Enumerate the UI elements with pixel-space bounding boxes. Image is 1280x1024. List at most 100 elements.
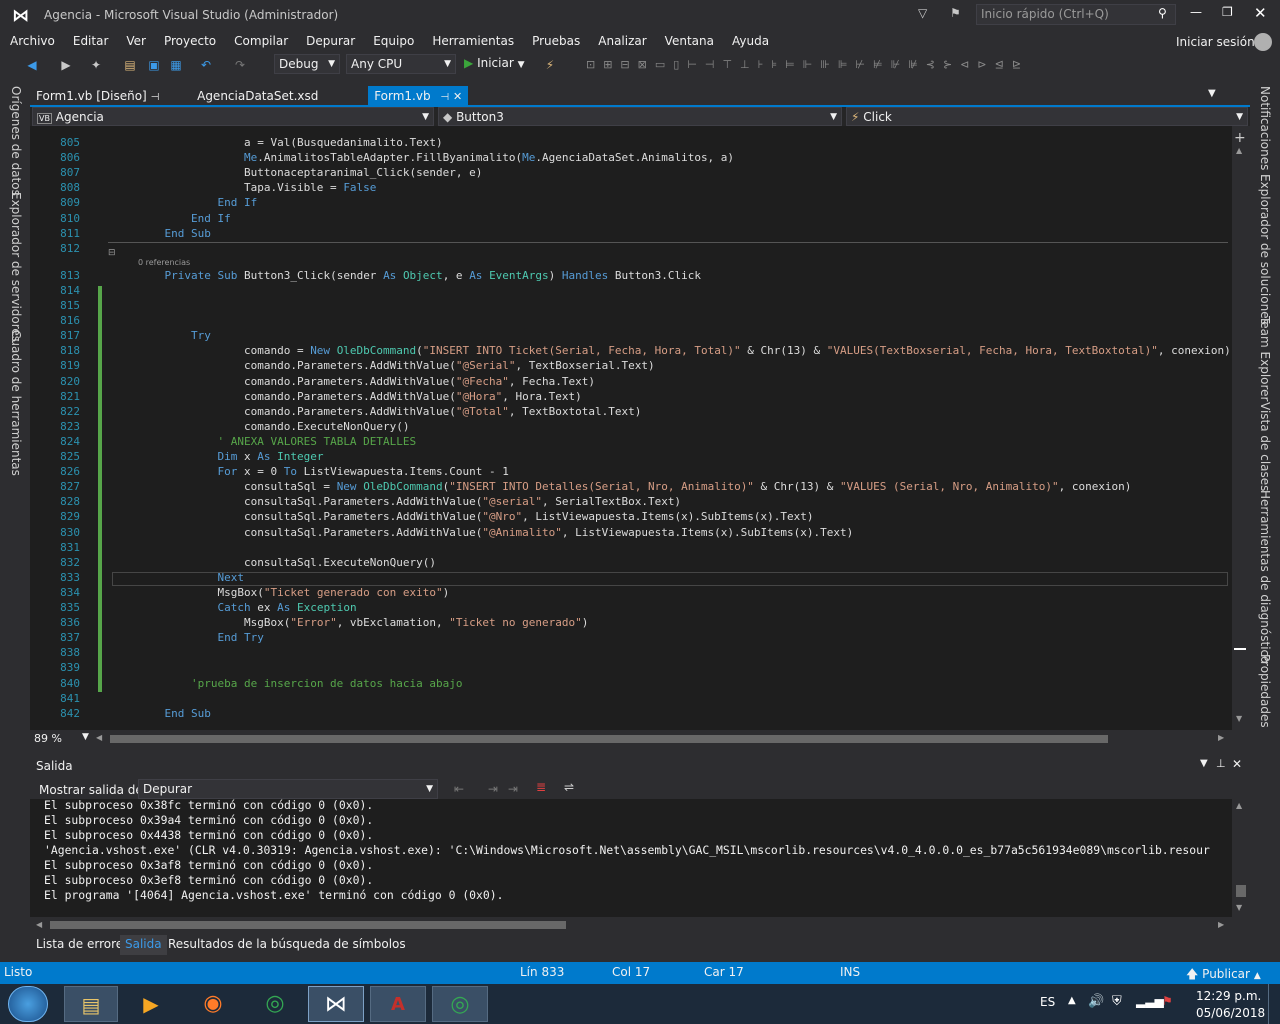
menu-item-pruebas[interactable]: Pruebas — [523, 31, 589, 51]
zoom-level[interactable]: 89 % — [34, 732, 62, 745]
pin-icon[interactable]: ⊣ — [151, 92, 160, 103]
chrome-icon[interactable]: ◎ — [248, 986, 302, 1022]
diagnostic-tools-panel-tab[interactable]: Herramientas de diagnóstico — [1258, 490, 1272, 663]
layout-toolbar-icons[interactable]: ⊡⊞⊟⊠▭▯⊢⊣⊤⊥⊦⊧⊨⊩⊪⊫⊬⊭⊮⊯⊰⊱⊲⊳⊴⊵ — [586, 58, 1236, 72]
menu-item-compilar[interactable]: Compilar — [225, 31, 297, 51]
quick-launch-input[interactable]: Inicio rápido (Ctrl+Q) — [976, 4, 1176, 25]
code-line[interactable]: comando.Parameters.AddWithValue("@Total"… — [138, 405, 641, 418]
open-folder-icon[interactable]: ▤ — [120, 55, 140, 75]
new-project-icon[interactable]: ✦ — [86, 55, 106, 75]
code-line[interactable]: consultaSql.Parameters.AddWithValue("@An… — [138, 526, 853, 539]
code-line[interactable]: Try — [138, 329, 211, 342]
show-hidden-icons-icon[interactable]: ▲ — [1068, 995, 1076, 1006]
code-line[interactable]: End Sub — [138, 227, 211, 240]
code-line[interactable]: Private Sub Button3_Click(sender As Obje… — [138, 269, 702, 282]
save-all-icon[interactable]: ▦ — [166, 55, 186, 75]
code-line[interactable]: Dim x As Integer — [138, 450, 323, 463]
code-editor[interactable]: ⊟ 0 referencias 805 a = Val(Busquedanima… — [30, 126, 1250, 730]
forward-icon[interactable]: ▶ — [56, 55, 76, 75]
object-dropdown[interactable]: ◆ Button3 ▼ — [438, 107, 842, 126]
search-icon[interactable]: ⚲ — [1158, 6, 1167, 20]
scroll-right-icon[interactable]: ▶ — [1218, 920, 1224, 929]
scroll-down-icon[interactable]: ▼ — [1236, 903, 1242, 912]
scroll-down-icon[interactable]: ▼ — [1236, 714, 1242, 723]
menu-item-ver[interactable]: Ver — [117, 31, 155, 51]
toolbox-panel-tab[interactable]: Cuadro de herramientas — [9, 330, 23, 476]
scroll-up-icon[interactable]: ▲ — [1236, 146, 1242, 155]
media-player-icon[interactable]: ▶ — [124, 986, 178, 1022]
show-desktop-button[interactable] — [1268, 984, 1280, 1024]
code-line[interactable]: consultaSql.Parameters.AddWithValue("@se… — [138, 495, 681, 508]
publish-button[interactable]: 🡅 Publicar ▲ — [1186, 965, 1261, 986]
close-window-icon[interactable]: ✕ — [1254, 4, 1267, 22]
output-toolbar-icons[interactable]: ⇤ ⇥⇥ — [454, 782, 528, 796]
restore-icon[interactable]: ❐ — [1222, 5, 1233, 19]
code-line[interactable]: For x = 0 To ListViewapuesta.Items.Count… — [138, 465, 508, 478]
code-line[interactable]: consultaSql.Parameters.AddWithValue("@Nr… — [138, 510, 814, 523]
scroll-up-icon[interactable]: ▲ — [1236, 801, 1242, 810]
code-line[interactable]: MsgBox("Ticket generado con exito") — [138, 586, 449, 599]
code-line[interactable]: End If — [138, 196, 257, 209]
code-line[interactable]: Me.AnimalitosTableAdapter.FillByanimalit… — [138, 151, 734, 164]
notifications-panel-tab[interactable]: Notificaciones — [1258, 86, 1272, 170]
chrome-icon[interactable]: ◎ — [432, 986, 488, 1022]
tab-agenciadataset-xsd[interactable]: AgenciaDataSet.xsd — [191, 86, 324, 106]
output-hscroll-thumb[interactable] — [50, 921, 566, 929]
undo-icon[interactable]: ↶ — [196, 55, 216, 75]
menu-item-depurar[interactable]: Depurar — [297, 31, 364, 51]
code-line[interactable]: End Sub — [138, 707, 211, 720]
close-tab-icon[interactable]: ✕ — [453, 90, 462, 103]
scroll-left-icon[interactable]: ◀ — [96, 733, 102, 742]
browser-link-icon[interactable]: ⚡ — [540, 55, 560, 75]
code-line[interactable]: Catch ex As Exception — [138, 601, 356, 614]
code-line[interactable]: comando.Parameters.AddWithValue("@Serial… — [138, 359, 655, 372]
pin-icon[interactable]: ⊥ — [1216, 757, 1226, 770]
code-line[interactable]: End Try — [138, 631, 263, 644]
clock-date[interactable]: 05/06/2018 — [1196, 1006, 1265, 1020]
code-line[interactable]: consultaSql.ExecuteNonQuery() — [138, 556, 436, 569]
filter-icon[interactable]: ▽ — [918, 6, 927, 20]
code-line[interactable]: End If — [138, 212, 231, 225]
tab-symbol-search-results[interactable]: Resultados de la búsqueda de símbolos — [168, 937, 406, 951]
code-line[interactable]: MsgBox("Error", vbExclamation, "Ticket n… — [138, 616, 588, 629]
code-line[interactable]: comando.Parameters.AddWithValue("@Fecha"… — [138, 375, 595, 388]
output-text-area[interactable]: El subproceso 0x38fc terminó con código … — [30, 799, 1250, 917]
tab-overflow-icon[interactable]: ▼ — [1208, 88, 1216, 99]
tab-output[interactable]: Salida — [120, 935, 167, 955]
back-icon[interactable]: ◀ — [22, 55, 42, 75]
collapse-icon[interactable]: ⊟ — [108, 248, 116, 258]
pin-icon[interactable]: ⊣ — [440, 92, 449, 103]
references-codelens[interactable]: 0 referencias — [138, 258, 190, 267]
firefox-icon[interactable]: ◉ — [186, 986, 240, 1022]
team-explorer-panel-tab[interactable]: Team Explorer — [1258, 316, 1272, 402]
properties-panel-tab[interactable]: Propiedades — [1258, 654, 1272, 728]
code-line[interactable]: a = Val(Busquedanimalito.Text) — [138, 136, 443, 149]
menu-item-ayuda[interactable]: Ayuda — [723, 31, 778, 51]
code-line[interactable]: comando = New OleDbCommand("INSERT INTO … — [138, 344, 1231, 357]
vertical-scrollbar[interactable]: + ▲ ▼ — [1232, 126, 1250, 730]
platform-dropdown[interactable]: Any CPU ▼ — [346, 54, 456, 74]
menu-item-proyecto[interactable]: Proyecto — [155, 31, 225, 51]
horizontal-scrollbar-thumb[interactable] — [110, 735, 1108, 743]
code-line[interactable]: ' ANEXA VALORES TABLA DETALLES — [138, 435, 416, 448]
menu-item-equipo[interactable]: Equipo — [364, 31, 423, 51]
tab-form1-design[interactable]: Form1.vb [Diseño] ⊣ — [30, 86, 165, 106]
class-view-panel-tab[interactable]: Vista de clases — [1258, 402, 1272, 491]
access-icon[interactable]: A — [370, 986, 426, 1022]
word-wrap-icon[interactable]: ⇌ — [564, 780, 574, 794]
code-line[interactable]: comando.ExecuteNonQuery() — [138, 420, 410, 433]
signin-link[interactable]: Iniciar sesión — [1176, 35, 1255, 49]
output-scroll-thumb[interactable] — [1236, 885, 1246, 897]
start-button[interactable]: ▶ Iniciar ▼ — [464, 56, 525, 70]
output-vscrollbar[interactable]: ▲ ▼ — [1232, 799, 1250, 917]
scroll-right-icon[interactable]: ▶ — [1218, 733, 1224, 742]
clock-time[interactable]: 12:29 p.m. — [1196, 989, 1261, 1003]
project-dropdown[interactable]: VB Agencia ▼ — [32, 107, 434, 126]
output-source-dropdown[interactable]: Depurar ▼ — [138, 779, 438, 799]
tab-error-list[interactable]: Lista de errores — [36, 937, 129, 951]
output-hscrollbar[interactable]: ◀ ▶ — [30, 917, 1250, 933]
network-icon[interactable]: ▂▃▅ — [1136, 994, 1164, 1008]
solution-explorer-panel-tab[interactable]: Explorador de soluciones — [1258, 174, 1272, 325]
clear-all-icon[interactable]: ≣ — [536, 780, 546, 794]
menu-item-editar[interactable]: Editar — [64, 31, 118, 51]
